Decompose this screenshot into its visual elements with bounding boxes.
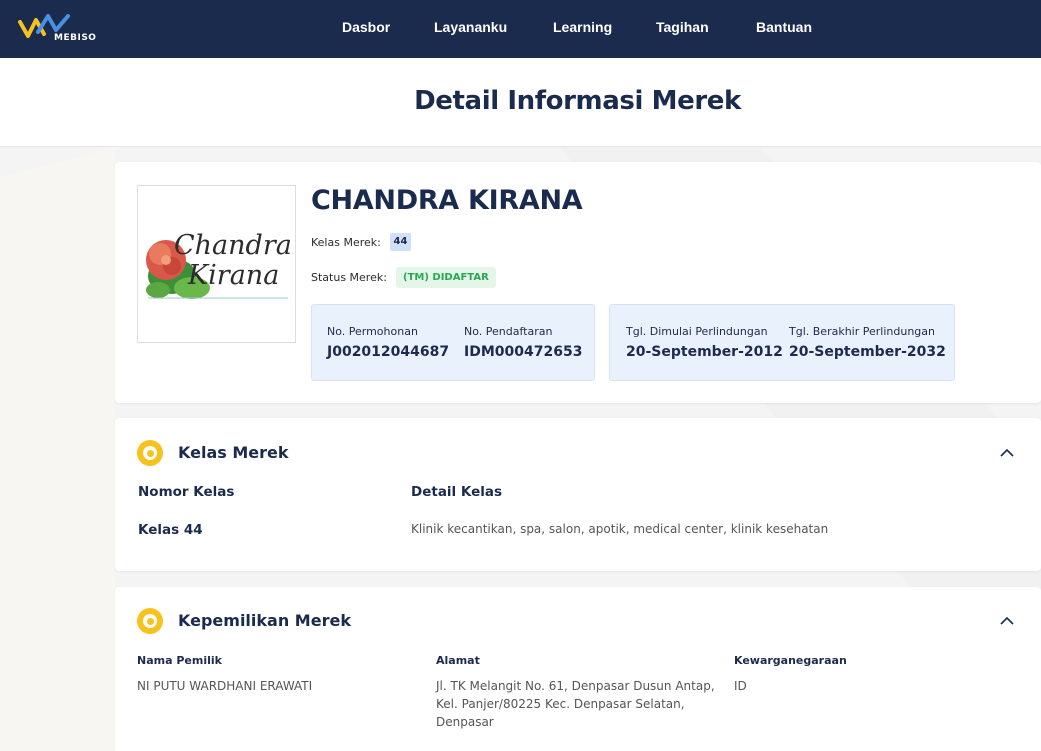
nav-item-dasbor[interactable]: Dasbor [342,19,390,35]
section-badge-icon [137,440,163,466]
top-navigation-bar: MEBISO Dasbor Layananku Learning Tagihan… [0,0,1041,58]
brand-logo-image[interactable]: Chandra Kirana [137,185,296,343]
owner-name-value: NI PUTU WARDHANI ERAWATI [137,679,313,693]
class-label: Kelas Merek: [311,236,381,249]
chevron-up-icon[interactable] [1000,448,1014,458]
citizenship-label: Kewarganegaraan [734,654,847,667]
protection-start-value: 20-September-2012 [626,344,783,360]
class-section-card: Kelas Merek Nomor Kelas Detail Kelas Kel… [115,418,1041,571]
registration-number-label: No. Pendaftaran [464,325,553,338]
main-nav: Dasbor Layananku Learning Tagihan Bantua… [0,0,1041,58]
address-line: Jl. TK Melangit No. 61, Denpasar Dusun A… [436,679,715,693]
class-number-cell: Kelas 44 [138,522,203,538]
class-badge: 44 [390,233,411,251]
nav-item-tagihan[interactable]: Tagihan [656,19,709,35]
registration-number-value: IDM000472653 [464,344,583,360]
address-label: Alamat [436,654,480,667]
citizenship-value: ID [734,679,747,693]
address-line: Kel. Panjer/80225 Kec. Denpasar Selatan, [436,697,685,711]
registration-info-box: No. Permohonan J002012044687 No. Pendaft… [311,304,595,381]
address-line: Denpasar [436,715,494,729]
nav-item-bantuan[interactable]: Bantuan [756,19,812,35]
page-title: Detail Informasi Merek [414,86,741,116]
class-section-title: Kelas Merek [178,443,289,462]
svg-text:Chandra: Chandra [174,230,292,261]
protection-info-box: Tgl. Dimulai Perlindungan 20-September-2… [609,304,955,381]
svg-text:Kirana: Kirana [187,260,279,291]
nav-item-layananku[interactable]: Layananku [434,19,507,35]
protection-end-value: 20-September-2032 [789,344,946,360]
nav-item-learning[interactable]: Learning [553,19,612,35]
address-value: Jl. TK Melangit No. 61, Denpasar Dusun A… [436,677,736,731]
protection-start-label: Tgl. Dimulai Perlindungan [626,325,768,338]
status-label: Status Merek: [311,271,387,284]
application-number-label: No. Permohonan [327,325,418,338]
brand-name: CHANDRA KIRANA [311,185,583,216]
brand-summary-card: Chandra Kirana CHANDRA KIRANA Kelas Mere… [115,162,1041,403]
application-number-value: J002012044687 [327,344,450,360]
class-detail-header: Detail Kelas [411,484,503,500]
ownership-section-card: Kepemilikan Merek Nama Pemilik NI PUTU W… [115,587,1041,751]
status-badge: (TM) DIDAFTAR [396,267,496,288]
section-badge-icon [137,608,163,634]
class-number-header: Nomor Kelas [138,484,235,500]
class-detail-cell: Klinik kecantikan, spa, salon, apotik, m… [411,522,829,536]
owner-name-label: Nama Pemilik [137,654,222,667]
chevron-up-icon[interactable] [1000,616,1014,626]
title-band: Detail Informasi Merek [0,58,1041,147]
protection-end-label: Tgl. Berakhir Perlindungan [789,325,935,338]
ownership-section-title: Kepemilikan Merek [178,611,351,630]
brand-logo-illustration: Chandra Kirana [138,186,295,342]
